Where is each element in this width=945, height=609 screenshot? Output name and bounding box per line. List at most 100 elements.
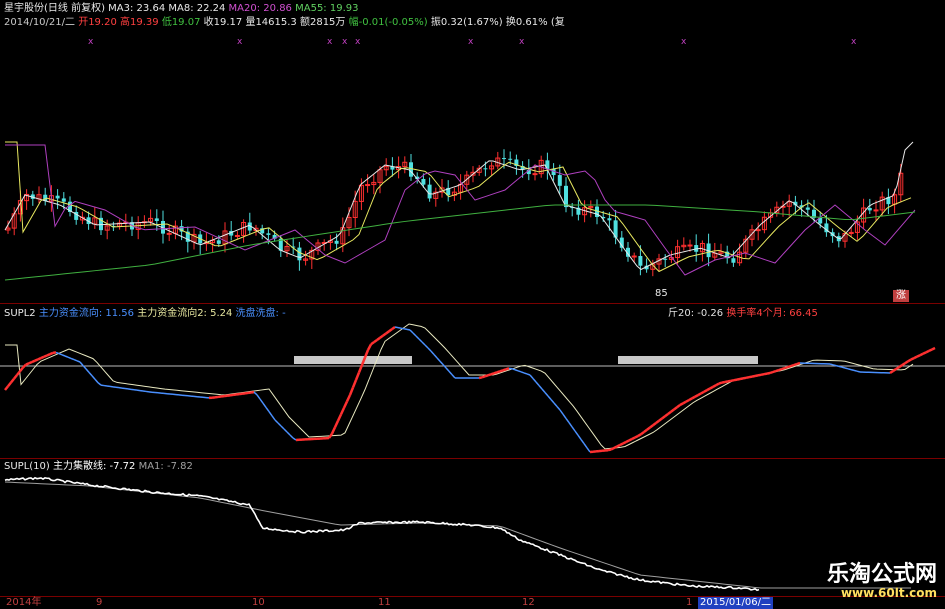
supl2-main-segment <box>526 373 531 376</box>
supl2-main-segment <box>901 362 906 367</box>
washout-bar <box>294 356 412 364</box>
supl2-main-segment <box>661 415 666 420</box>
signal-mark: x <box>237 37 243 47</box>
supl2-main-segment <box>745 375 750 380</box>
supl2-main-segment <box>658 417 663 422</box>
supl2-main-segment <box>31 359 36 364</box>
supl2-main-segment <box>73 358 78 362</box>
supl2-main-segment <box>913 355 918 360</box>
supl2-main-segment <box>412 332 417 337</box>
candle-body <box>867 208 872 211</box>
supl2-main-segment <box>289 434 294 439</box>
supl2-main-segment <box>79 361 84 366</box>
supl2-main-segment <box>502 368 507 372</box>
supl2-main-segment <box>445 367 450 372</box>
supl2-main-segment <box>607 448 612 452</box>
supl2-main-segment <box>685 398 690 403</box>
watermark-url: www.60lt.com <box>840 586 937 600</box>
supl2-main-segment <box>46 353 51 357</box>
supl2-main-segment <box>568 422 573 428</box>
supl2-main-segment <box>742 376 747 380</box>
supl2-main-segment <box>22 363 27 369</box>
signal-mark: x <box>681 37 687 47</box>
signal-mark: x <box>468 37 474 47</box>
supl2-main-segment <box>520 371 525 374</box>
supl2-main-segment <box>373 338 378 344</box>
supl2-main-segment <box>333 420 340 428</box>
supl2-main-segment <box>565 417 570 424</box>
supl2-main-segment <box>571 426 576 432</box>
supl2-main-segment <box>721 380 726 384</box>
supl2-main-segment <box>673 406 678 411</box>
supl2-main-segment <box>19 366 24 373</box>
supl2-main-segment <box>556 406 561 411</box>
supl2-main-segment <box>895 366 900 371</box>
supl2-main-segment <box>616 443 621 448</box>
supl2-main-segment <box>781 366 786 371</box>
supl2-main-segment <box>652 422 657 427</box>
supl2-main-segment <box>345 394 352 402</box>
supl2-main-segment <box>28 360 33 365</box>
supl2-main-segment <box>625 439 630 444</box>
supl2-main-segment <box>904 360 909 365</box>
supl2-main-segment <box>256 394 261 400</box>
watermark-title: 乐淘公式网 <box>826 562 937 587</box>
supl2-main-segment <box>10 377 15 384</box>
candle-body <box>631 255 637 258</box>
candle-body <box>873 209 879 212</box>
supl2-main-segment <box>286 431 291 436</box>
x-axis-label: 2015/01/06/二 <box>698 597 774 609</box>
supl2-main-segment <box>490 372 495 376</box>
supl2-main-segment <box>283 428 288 433</box>
supl2-main-segment <box>541 388 546 393</box>
supl2-main-segment <box>517 370 522 373</box>
supl2-main-segment <box>649 424 654 429</box>
supl2-main-segment <box>700 390 705 395</box>
supl-main-line <box>4 476 760 592</box>
x-axis-label: 2014年 <box>6 597 42 608</box>
supl2-main-segment <box>670 408 675 413</box>
supl2-main-segment <box>271 415 276 421</box>
x-axis-label: 11 <box>378 597 391 608</box>
supl2-main-segment <box>544 392 549 397</box>
supl2-main-segment <box>796 361 801 366</box>
supl2-main-segment <box>586 447 591 453</box>
supl2-main-segment <box>424 344 429 349</box>
supl2-main-segment <box>751 374 756 378</box>
supl2-main-segment <box>631 436 636 441</box>
supl2-main-segment <box>370 341 375 346</box>
candle-body <box>557 175 562 186</box>
supl2-main-segment <box>481 375 486 379</box>
stock-chart-window: 星宇股份(日线 前复权) MA3: 23.64 MA8: 22.24 MA20:… <box>0 0 945 609</box>
supl2-main-segment <box>766 371 771 375</box>
supl2-main-segment <box>748 375 753 379</box>
candle-body <box>755 229 761 232</box>
supl2-main-segment <box>769 370 774 375</box>
supl2-main-segment <box>409 329 414 334</box>
supl2-main-segment <box>259 398 264 404</box>
supl2-main-segment <box>385 330 390 335</box>
x-axis-label: 9 <box>96 597 103 608</box>
supl2-main-segment <box>637 433 642 438</box>
chart-canvas[interactable]: xxxxxxxxx <box>0 0 945 609</box>
supl2-main-segment <box>532 378 537 383</box>
supl2-main-segment <box>844 367 849 370</box>
supl2-main-segment <box>339 407 346 415</box>
candle-body <box>607 218 612 221</box>
supl2-main-segment <box>730 378 735 383</box>
supl2-main-segment <box>342 400 349 409</box>
supl2-main-segment <box>327 432 334 439</box>
supl2-main-segment <box>379 334 384 339</box>
supl2-main-segment <box>496 370 501 374</box>
supl2-main-segment <box>91 375 96 380</box>
signal-mark: x <box>355 37 361 47</box>
supl2-main-segment <box>268 411 273 417</box>
supl2-main-segment <box>253 391 258 396</box>
supl2-main-segment <box>640 431 645 436</box>
supl2-main-segment <box>760 372 765 377</box>
candle-body <box>154 218 159 221</box>
supl2-main-segment <box>511 367 516 371</box>
supl2-main-segment <box>910 356 915 361</box>
supl2-main-segment <box>451 374 456 379</box>
supl2-main-segment <box>613 445 618 450</box>
